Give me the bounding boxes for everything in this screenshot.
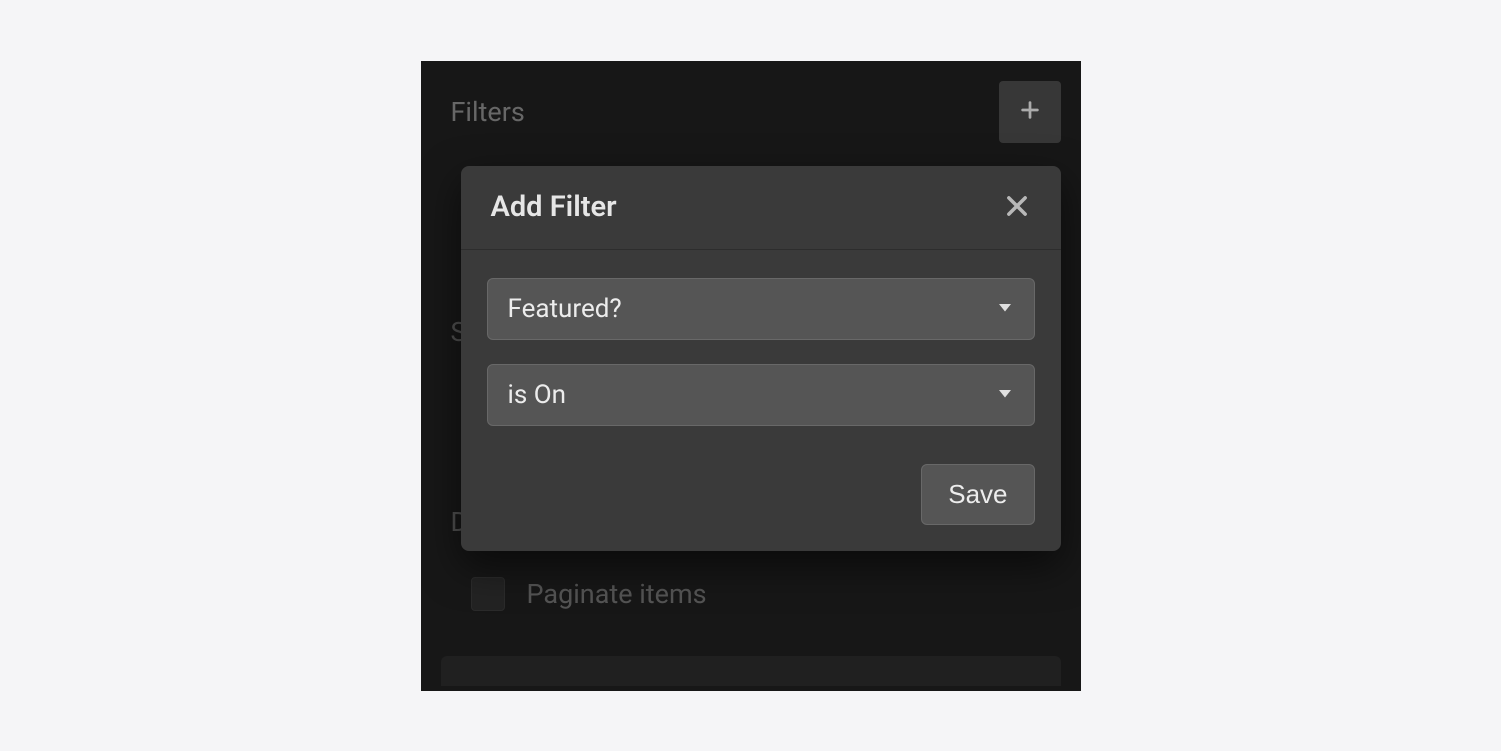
filter-field-select[interactable]: Featured? <box>487 278 1035 340</box>
close-icon <box>1003 192 1031 223</box>
add-filter-modal: Add Filter Featured? <box>461 166 1061 551</box>
modal-footer: Save <box>461 454 1061 551</box>
chevron-down-icon <box>996 298 1014 320</box>
chevron-down-icon <box>996 384 1014 406</box>
modal-title: Add Filter <box>491 190 617 224</box>
modal-header: Add Filter <box>461 166 1061 250</box>
close-modal-button[interactable] <box>999 188 1035 227</box>
filters-panel: Filters S D Paginate items Add Filter <box>421 61 1081 691</box>
save-button[interactable]: Save <box>921 464 1034 525</box>
filter-condition-select[interactable]: is On <box>487 364 1035 426</box>
filter-field-selected-value: Featured? <box>508 294 622 324</box>
filter-condition-selected-value: is On <box>508 380 566 410</box>
modal-body: Featured? is On <box>461 250 1061 454</box>
